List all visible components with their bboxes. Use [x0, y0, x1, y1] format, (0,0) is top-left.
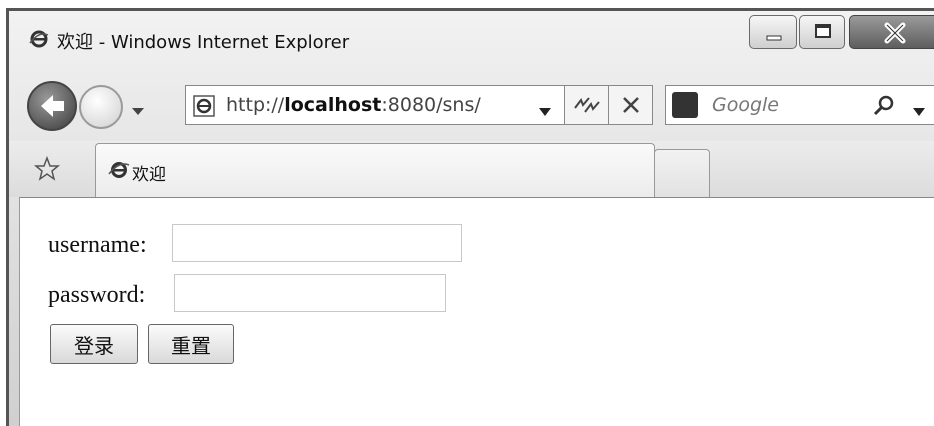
maximize-icon — [815, 24, 831, 38]
history-dropdown-icon[interactable] — [131, 101, 145, 120]
page-icon — [192, 94, 218, 122]
compatibility-button[interactable] — [565, 85, 609, 125]
search-placeholder: Google — [712, 94, 780, 116]
forward-button[interactable] — [79, 85, 123, 129]
stop-icon — [623, 97, 639, 113]
back-button[interactable] — [27, 81, 77, 131]
reset-button[interactable]: 重置 — [148, 324, 234, 364]
username-label: username: — [48, 232, 147, 258]
search-icon[interactable] — [872, 94, 896, 122]
search-provider-icon[interactable] — [672, 92, 698, 118]
browser-window: 欢迎 - Windows Internet Explorer http://lo… — [6, 8, 934, 426]
tab-label: 欢迎 — [132, 165, 166, 185]
close-button[interactable] — [849, 15, 934, 49]
tab-welcome[interactable]: 欢迎 — [95, 143, 655, 197]
ie-logo-icon — [108, 160, 130, 184]
back-arrow-icon — [41, 95, 64, 117]
username-input[interactable] — [172, 224, 462, 262]
ie-logo-icon — [29, 29, 49, 49]
close-icon — [884, 22, 906, 44]
title-bar: 欢迎 - Windows Internet Explorer — [9, 11, 934, 69]
password-label: password: — [48, 282, 146, 308]
search-dropdown-icon[interactable] — [912, 102, 926, 121]
page-content: username: password: 登录 重置 — [19, 197, 934, 426]
password-input[interactable] — [174, 274, 446, 312]
stop-button[interactable] — [609, 85, 653, 125]
new-tab-button[interactable] — [654, 149, 710, 197]
window-title: 欢迎 - Windows Internet Explorer — [57, 32, 350, 53]
minimize-button[interactable] — [749, 15, 797, 49]
search-box[interactable]: Google — [665, 85, 934, 125]
maximize-button[interactable] — [799, 15, 845, 49]
tab-bar: 欢迎 — [9, 141, 934, 197]
login-button[interactable]: 登录 — [50, 324, 138, 364]
favorites-star-icon[interactable] — [33, 155, 61, 187]
compatibility-icon — [574, 97, 600, 113]
address-url: http://localhost:8080/sns/ — [226, 94, 481, 116]
navigation-bar: http://localhost:8080/sns/ Google — [9, 71, 934, 141]
address-bar[interactable]: http://localhost:8080/sns/ — [185, 85, 565, 125]
address-dropdown-icon[interactable] — [538, 102, 552, 121]
minimize-icon — [766, 35, 782, 41]
